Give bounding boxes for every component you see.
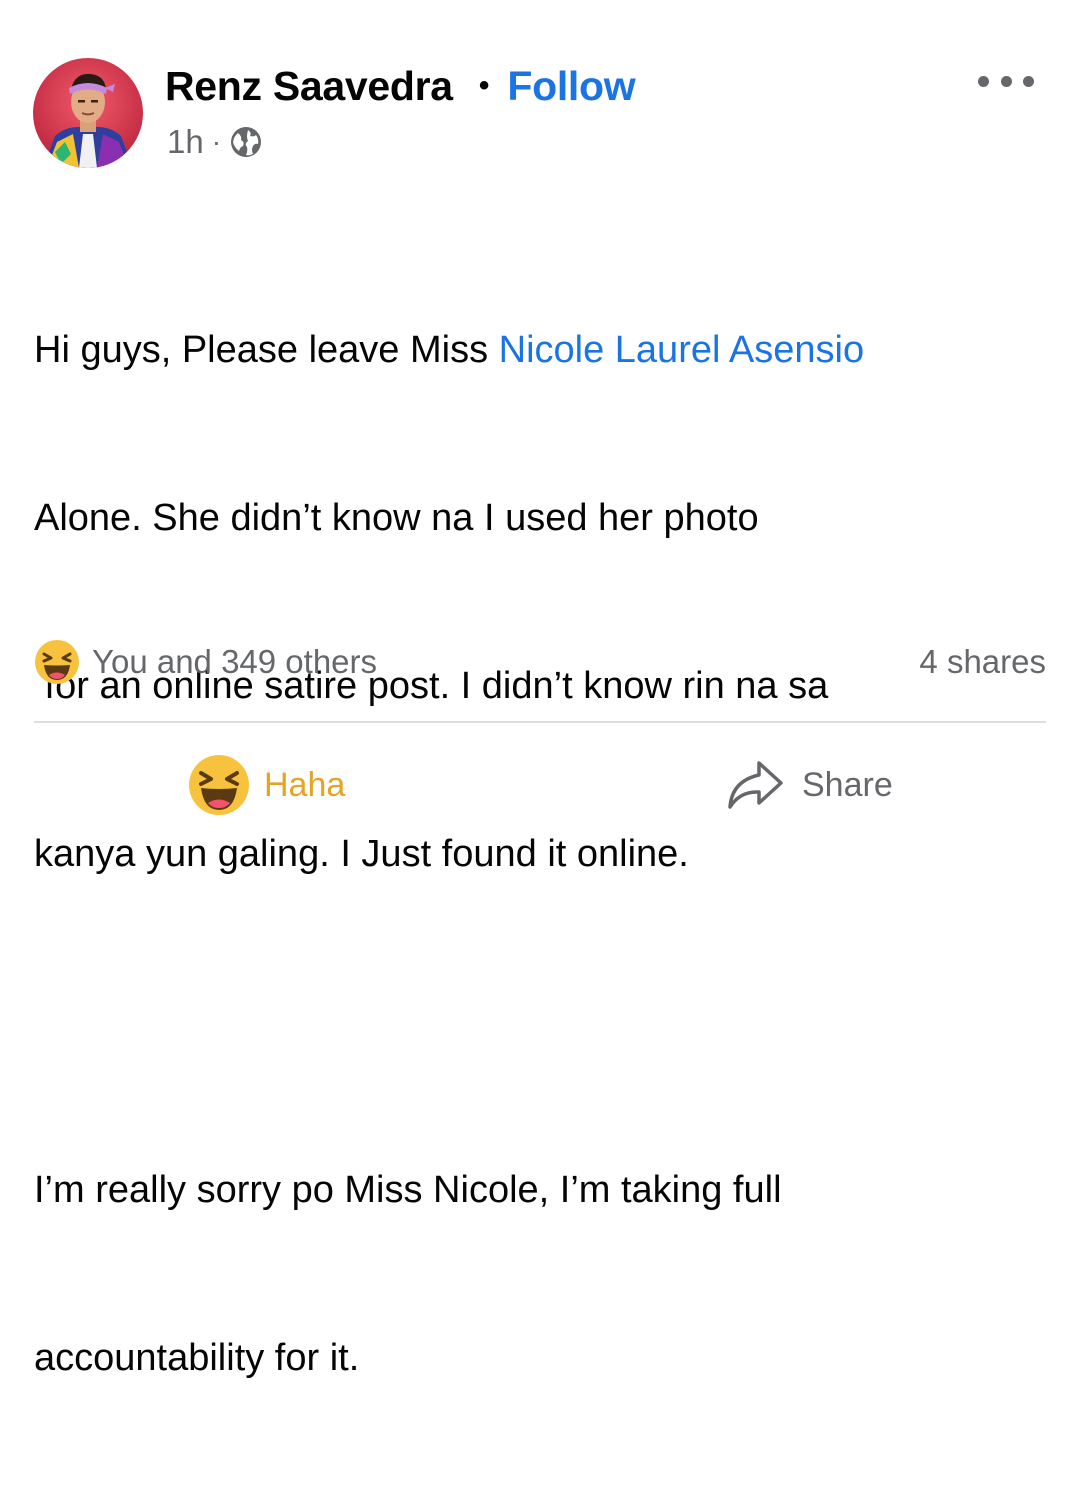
- haha-label: Haha: [264, 765, 346, 804]
- follow-button[interactable]: Follow: [507, 63, 635, 110]
- reaction-count: You and 349 others: [92, 643, 378, 680]
- more-dot: [1000, 75, 1012, 87]
- share-label: Share: [802, 765, 893, 804]
- more-options-icon[interactable]: [978, 64, 1034, 98]
- divider: [34, 721, 1046, 723]
- globe-icon[interactable]: [229, 125, 263, 159]
- reaction-summary[interactable]: You and 349 others: [34, 639, 377, 685]
- post-text: Hi guys, Please leave Miss Nicole Laurel…: [34, 210, 1054, 1498]
- shares-count[interactable]: 4 shares: [919, 643, 1046, 681]
- post-text-segment: Hi guys, Please leave Miss: [34, 329, 499, 371]
- meta-separator: ·: [211, 126, 222, 157]
- facebook-post: Renz Saavedra • Follow 1h · Hi guys, Ple…: [0, 0, 1080, 1379]
- post-text-line: accountability for it.: [34, 1337, 360, 1379]
- share-icon: [728, 761, 783, 809]
- avatar-image: [33, 58, 143, 168]
- timestamp[interactable]: 1h: [167, 123, 204, 161]
- author-name[interactable]: Renz Saavedra: [165, 63, 453, 110]
- mention-link[interactable]: Nicole Laurel Asensio: [499, 329, 864, 371]
- haha-button[interactable]: Haha: [188, 750, 345, 820]
- haha-reaction-icon: [35, 640, 79, 684]
- post-text-line: kanya yun galing. I Just found it online…: [34, 833, 689, 875]
- post-meta: 1h ·: [167, 120, 263, 164]
- more-dot: [1023, 75, 1034, 87]
- post-text-line: Hi guys, Please leave Miss Nicole Laurel…: [34, 322, 1054, 378]
- post-text-line: I’m really sorry po Miss Nicole, I’m tak…: [34, 1169, 782, 1211]
- engagement-row: You and 349 others 4 shares: [34, 638, 1046, 686]
- post-header: Renz Saavedra • Follow: [165, 58, 636, 114]
- post-text-line: Alone. She didn’t know na I used her pho…: [34, 497, 759, 539]
- share-button[interactable]: Share: [726, 750, 893, 820]
- more-dot: [978, 75, 989, 87]
- header-separator: •: [478, 69, 490, 102]
- haha-icon: [189, 755, 249, 815]
- avatar[interactable]: [33, 58, 143, 168]
